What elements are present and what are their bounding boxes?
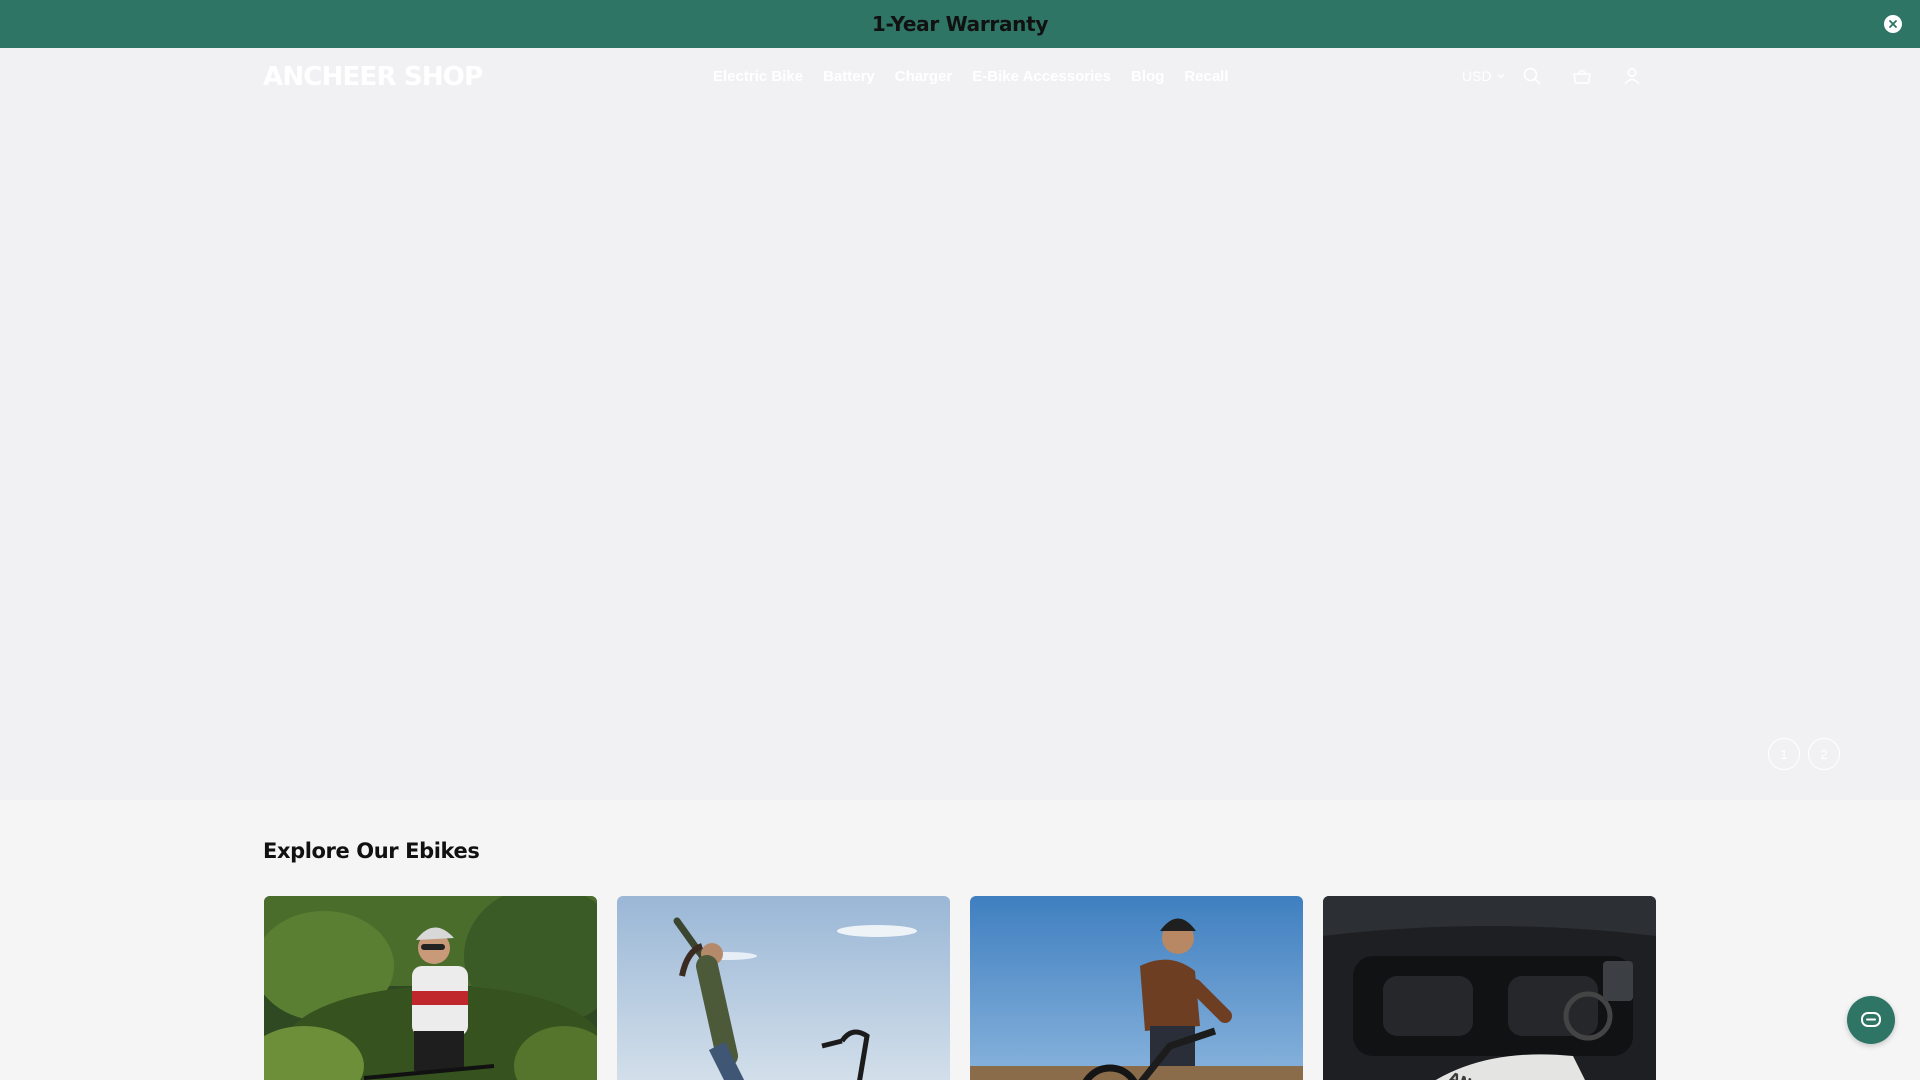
cart-icon	[1572, 69, 1591, 84]
chevron-down-icon	[1497, 74, 1505, 79]
ebike-card-list: ANCHEER	[264, 896, 1656, 1080]
nav-item-recall[interactable]: Recall	[1184, 68, 1228, 85]
search-button[interactable]	[1522, 66, 1542, 86]
site-logo[interactable]: ANCHEER SHOP	[263, 62, 483, 92]
ebike-card[interactable]: ANCHEER	[1323, 896, 1656, 1080]
announcement-bar: 1-Year Warranty	[0, 0, 1920, 48]
search-icon	[1523, 67, 1540, 85]
currency-selector[interactable]: USD	[1462, 68, 1506, 84]
ebike-in-car-trunk-photo: ANCHEER	[1323, 896, 1656, 1080]
close-announcement-button[interactable]	[1884, 15, 1902, 33]
ebike-card[interactable]	[264, 896, 597, 1080]
chat-icon	[1861, 1012, 1881, 1027]
mountain-cyclist-photo	[264, 896, 597, 1080]
currency-label: USD	[1462, 68, 1492, 84]
slide-dot-2[interactable]: 2	[1808, 738, 1840, 770]
section-title: Explore Our Ebikes	[263, 839, 480, 863]
woman-with-ebike-photo	[617, 896, 950, 1080]
site-header: ANCHEER SHOP Electric Bike Battery Charg…	[0, 48, 1920, 110]
main-nav: Electric Bike Battery Charger E-Bike Acc…	[713, 68, 1229, 85]
account-button[interactable]	[1622, 66, 1642, 86]
chat-button[interactable]	[1847, 996, 1895, 1044]
header-actions: USD	[1462, 66, 1642, 86]
nav-item-ebike-accessories[interactable]: E-Bike Accessories	[972, 68, 1111, 85]
nav-item-electric-bike[interactable]: Electric Bike	[713, 68, 803, 85]
ebike-card[interactable]	[970, 896, 1303, 1080]
ebike-card[interactable]	[617, 896, 950, 1080]
hero-slider: 1 2	[0, 110, 1920, 800]
account-icon	[1623, 67, 1640, 85]
slider-pagination: 1 2	[1768, 738, 1840, 770]
slide-dot-1[interactable]: 1	[1768, 738, 1800, 770]
close-icon	[1889, 20, 1897, 28]
nav-item-battery[interactable]: Battery	[823, 68, 875, 85]
nav-item-blog[interactable]: Blog	[1131, 68, 1164, 85]
announcement-text: 1-Year Warranty	[871, 12, 1049, 36]
cart-button[interactable]	[1572, 66, 1592, 86]
man-riding-ebike-photo	[970, 896, 1303, 1080]
explore-ebikes-section: Explore Our Ebikes	[0, 800, 1920, 1080]
nav-item-charger[interactable]: Charger	[895, 68, 953, 85]
